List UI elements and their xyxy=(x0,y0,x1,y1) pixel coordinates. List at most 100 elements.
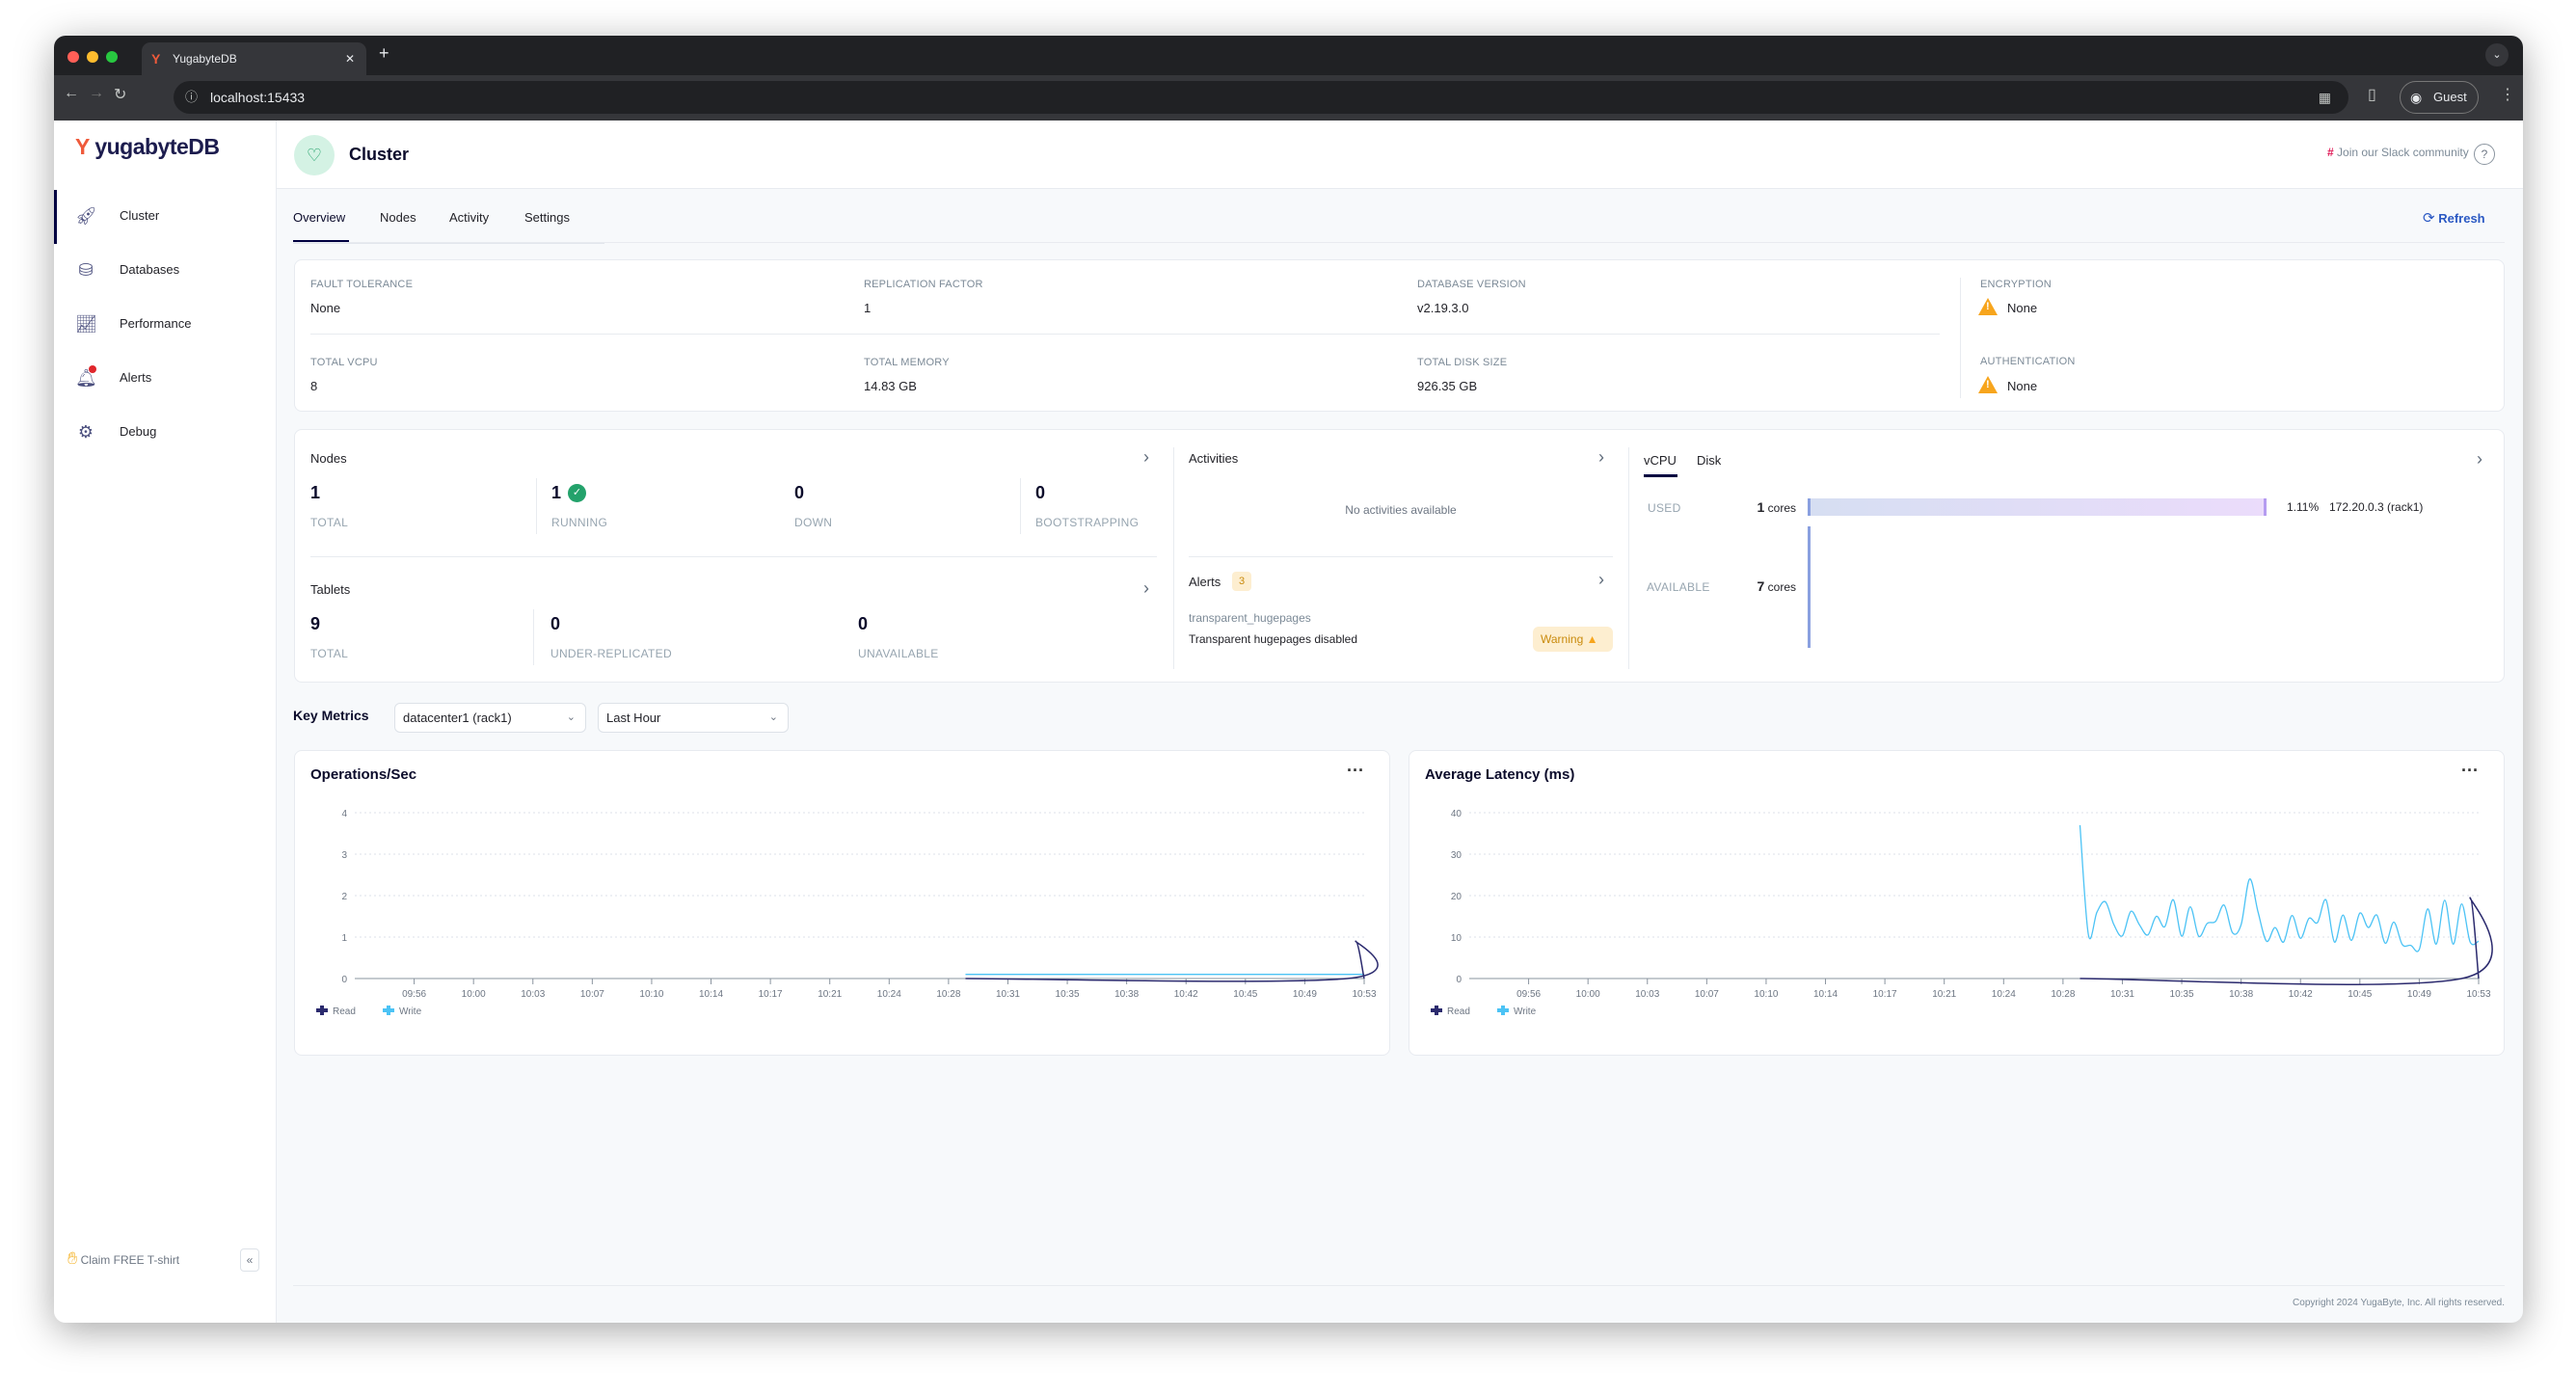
tablets-title[interactable]: Tablets xyxy=(310,582,350,597)
profile-name: Guest xyxy=(2433,90,2467,104)
minimize-window-button[interactable] xyxy=(87,51,98,63)
sidebar-item-databases[interactable]: ⛁ Databases xyxy=(54,244,277,298)
activities-title[interactable]: Activities xyxy=(1189,451,1238,466)
browser-tab[interactable]: Y YugabyteDB ✕ xyxy=(142,42,366,75)
chevron-down-icon: ⌄ xyxy=(768,711,778,723)
nodes-title[interactable]: Nodes xyxy=(310,451,347,466)
x-tick-label: 09:56 xyxy=(1516,989,1541,1000)
legend-label[interactable]: Write xyxy=(399,1006,422,1017)
tablets-chevron-icon[interactable]: › xyxy=(1143,578,1149,599)
profile-icon: ◉ xyxy=(2410,90,2423,105)
node-cpu-usage-bar xyxy=(1808,498,2267,516)
tab-overview[interactable]: Overview xyxy=(293,210,345,225)
alert-name[interactable]: transparent_hugepages xyxy=(1189,611,1311,625)
collapse-sidebar-button[interactable]: « xyxy=(240,1248,259,1272)
x-tick-label: 10:38 xyxy=(1114,989,1139,1000)
logo[interactable]: Y yugabyteDB xyxy=(75,134,220,160)
nodes-chevron-icon[interactable]: › xyxy=(1143,447,1149,468)
cluster-health-icon: ♡ xyxy=(294,135,335,175)
sidebar-item-cluster[interactable]: 🚀︎ Cluster xyxy=(54,190,277,244)
divider xyxy=(1960,278,1961,398)
alert-description[interactable]: Transparent hugepages disabled xyxy=(1189,632,1357,646)
x-tick-label: 10:00 xyxy=(462,989,486,1000)
tablets-unavailable-label: UNAVAILABLE xyxy=(858,647,939,660)
help-button[interactable]: ? xyxy=(2474,144,2495,165)
sidebar-item-performance[interactable]: 📈︎ Performance xyxy=(54,298,277,352)
total-vcpu-label: Total vCPU xyxy=(310,357,378,368)
x-tick-label: 10:35 xyxy=(2170,989,2194,1000)
slack-community-link[interactable]: # Join our Slack community xyxy=(2327,146,2469,159)
total-disk-label: Total Disk Size xyxy=(1417,357,1508,368)
time-range-value: Last Hour xyxy=(606,711,661,725)
forward-icon[interactable]: → xyxy=(89,85,104,102)
x-tick-label: 10:38 xyxy=(2229,989,2253,1000)
close-tab-icon[interactable]: ✕ xyxy=(345,42,355,75)
footer-divider xyxy=(293,1285,2505,1286)
x-tick-label: 10:45 xyxy=(1233,989,1257,1000)
alerts-chevron-icon[interactable]: › xyxy=(1598,570,1604,590)
site-info-icon[interactable]: ⓘ xyxy=(185,81,198,114)
warning-icon xyxy=(1978,376,1998,393)
legend-label[interactable]: Write xyxy=(1514,1006,1537,1017)
activities-chevron-icon[interactable]: › xyxy=(1598,447,1604,468)
new-tab-icon[interactable]: + xyxy=(379,43,389,64)
tab-search-icon[interactable]: ⌄ xyxy=(2485,43,2509,67)
nodes-total-value: 1 xyxy=(310,483,321,502)
close-window-button[interactable] xyxy=(67,51,79,63)
claim-tshirt-link[interactable]: ✋︎ Claim FREE T-shirt xyxy=(67,1248,179,1269)
tablets-unavailable-value: 0 xyxy=(858,614,869,633)
profile-button[interactable]: ◉ Guest xyxy=(2400,81,2479,114)
tab-activity[interactable]: Activity xyxy=(449,210,489,225)
tab-settings[interactable]: Settings xyxy=(524,210,570,225)
latency-chart-card: Average Latency (ms) ··· 0 10 20 30 40 09:56 1… xyxy=(1409,750,2505,1056)
y-tick-label: 4 xyxy=(341,809,347,819)
alerts-title[interactable]: Alerts xyxy=(1189,575,1221,589)
authentication-value: None xyxy=(2007,379,2038,393)
qr-code-icon[interactable]: ▦ xyxy=(2319,81,2331,114)
sidebar-item-debug[interactable]: ⚙ Debug xyxy=(54,406,277,460)
used-label: USED xyxy=(1648,501,1681,515)
x-tick-label: 10:10 xyxy=(639,989,663,1000)
maximize-window-button[interactable] xyxy=(106,51,118,63)
active-indicator xyxy=(54,190,57,244)
refresh-icon: ⟳ xyxy=(2423,210,2435,227)
time-range-select[interactable]: Last Hour ⌄ xyxy=(598,703,789,733)
legend-label[interactable]: Read xyxy=(1447,1006,1470,1017)
resources-chevron-icon[interactable]: › xyxy=(2477,449,2482,469)
tab-disk[interactable]: Disk xyxy=(1697,453,1721,468)
reload-icon[interactable]: ↻ xyxy=(114,85,126,104)
side-panel-icon[interactable]: ▯ xyxy=(2368,85,2376,104)
database-version-label: Database Version xyxy=(1417,279,1526,290)
tab-nodes[interactable]: Nodes xyxy=(380,210,416,225)
legend-label[interactable]: Read xyxy=(333,1006,356,1017)
nodes-bootstrapping-label: BOOTSTRAPPING xyxy=(1035,516,1140,529)
y-tick-label: 0 xyxy=(341,975,347,985)
replication-factor-value: 1 xyxy=(864,301,872,315)
yugabyte-favicon-icon: Y xyxy=(151,51,161,67)
x-tick-label: 10:21 xyxy=(818,989,842,1000)
address-bar[interactable]: ⓘ localhost:15433 ▦ xyxy=(174,81,2348,114)
tablets-total-label: TOTAL xyxy=(310,647,349,660)
region-select[interactable]: datacenter1 (rack1) ⌄ xyxy=(394,703,586,733)
page-header: ♡ Cluster # Join our Slack community ? xyxy=(277,121,2523,189)
chart-svg: 0 10 20 30 40 09:56 10:00 10:03 10:07 10:10 10:14 1… xyxy=(1431,809,2493,1017)
x-tick-label: 10:31 xyxy=(996,989,1020,1000)
node-name[interactable]: 172.20.0.3 (rack1) xyxy=(2329,500,2423,514)
sidebar-item-alerts[interactable]: 🔔︎ Alerts xyxy=(54,352,277,406)
x-tick-label: 10:14 xyxy=(1813,989,1838,1000)
back-icon[interactable]: ← xyxy=(64,85,79,102)
tab-vcpu[interactable]: vCPU xyxy=(1644,453,1677,468)
divider xyxy=(536,478,537,534)
divider xyxy=(1628,447,1629,669)
url-text: localhost:15433 xyxy=(210,90,306,105)
nodes-running-value: 1 xyxy=(551,483,562,502)
slack-icon: # xyxy=(2327,146,2334,159)
x-tick-label: 10:00 xyxy=(1576,989,1600,1000)
x-tick-label: 10:07 xyxy=(1695,989,1719,1000)
browser-menu-icon[interactable]: ⋮ xyxy=(2500,85,2515,104)
x-tick-label: 10:24 xyxy=(877,989,901,1000)
nodes-bootstrapping-value: 0 xyxy=(1035,483,1046,502)
tabs-divider xyxy=(293,242,2505,243)
x-tick-label: 10:17 xyxy=(759,989,783,1000)
refresh-button[interactable]: ⟳ Refresh xyxy=(2423,209,2485,227)
